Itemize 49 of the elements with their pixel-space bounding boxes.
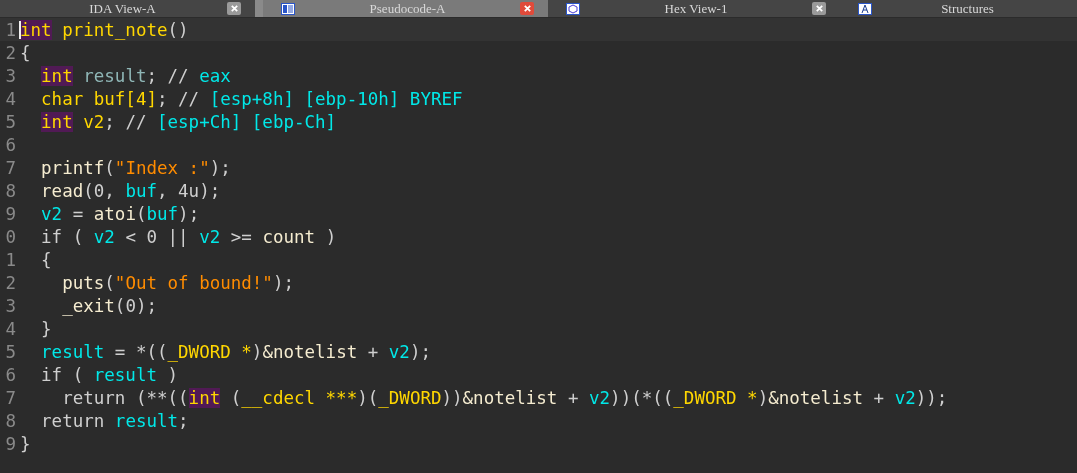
code-line: } <box>20 433 31 454</box>
code-line: int result; // eax <box>40 65 231 86</box>
structure-icon <box>858 2 872 15</box>
code-line: return (**((int (__cdecl ***)(_DWORD))&notelist + v2))(*((_DWORD *)&notelist + v2)); <box>61 387 948 408</box>
line-number: 6 <box>4 134 17 155</box>
code-line: v2 = atoi(buf); <box>40 203 200 224</box>
line-number: 4 <box>4 88 17 109</box>
code-line: printf("Index :"); <box>40 157 231 178</box>
code-line: result = *((_DWORD *)&notelist + v2); <box>40 341 431 362</box>
code-line: int v2; // [esp+Ch] [ebp-Ch] <box>40 111 337 132</box>
code-line: if ( result ) <box>40 364 179 385</box>
code-line: if ( v2 < 0 || v2 >= count ) <box>40 226 337 247</box>
line-number: 8 <box>4 180 17 201</box>
line-number: 4 <box>4 318 17 339</box>
code-line: { <box>40 249 52 270</box>
code-line: return result; <box>40 410 189 431</box>
line-number: 0 <box>4 226 17 247</box>
line-number: 2 <box>4 42 17 63</box>
document-icon <box>281 2 295 15</box>
line-number: 2 <box>4 272 17 293</box>
line-number: 5 <box>4 111 17 132</box>
line-number: 5 <box>4 341 17 362</box>
line-number: 1 <box>4 249 17 270</box>
code-line: } <box>40 318 52 339</box>
line-number: 7 <box>4 387 17 408</box>
code-line: int print_note() <box>20 19 189 40</box>
code-line: _exit(0); <box>61 295 157 316</box>
line-number: 3 <box>4 295 17 316</box>
close-icon <box>229 4 239 13</box>
hexagon-icon <box>566 2 580 15</box>
tab[interactable]: Structures <box>840 0 1077 17</box>
close-icon <box>522 4 532 13</box>
tab[interactable]: Hex View-1 <box>548 0 840 17</box>
code-line: puts("Out of bound!"); <box>61 272 294 293</box>
close-button[interactable] <box>520 2 534 15</box>
line-number: 9 <box>4 433 17 454</box>
line-number: 8 <box>4 410 17 431</box>
code-line: char buf[4]; // [esp+8h] [ebp-10h] BYREF <box>40 88 463 109</box>
close-button[interactable] <box>227 2 241 15</box>
close-button[interactable] <box>812 2 826 15</box>
line-number: 7 <box>4 157 17 178</box>
close-icon <box>814 4 824 13</box>
line-number: 3 <box>4 65 17 86</box>
line-number: 6 <box>4 364 17 385</box>
line-number: 1 <box>4 19 17 40</box>
line-number: 9 <box>4 203 17 224</box>
code-line: read(0, buf, 4u); <box>40 180 221 201</box>
tab[interactable]: IDA View-A <box>0 0 255 17</box>
code-line: { <box>20 42 31 63</box>
